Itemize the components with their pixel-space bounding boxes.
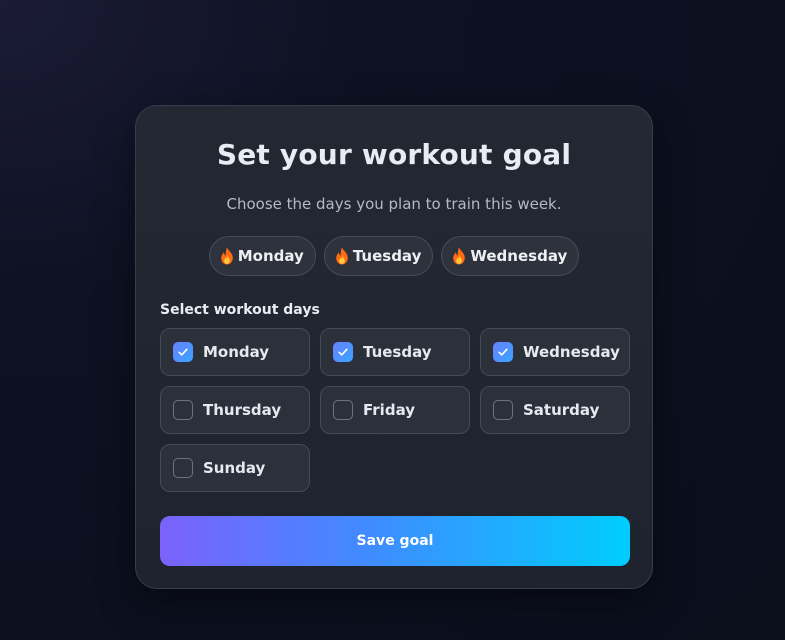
chip-label: Wednesday: [470, 247, 568, 265]
day-option-tuesday[interactable]: Tuesday: [320, 328, 470, 376]
day-option-thursday[interactable]: Thursday: [160, 386, 310, 434]
day-option-wednesday[interactable]: Wednesday: [480, 328, 630, 376]
flame-icon: [220, 247, 233, 265]
card-title: Set your workout goal: [216, 138, 572, 171]
flame-icon: [453, 247, 466, 265]
selected-day-chip[interactable]: Monday: [208, 236, 316, 276]
check-icon: [178, 348, 188, 356]
workout-days-grid: Monday Tuesday Wednesday Thursday Friday…: [160, 328, 630, 492]
day-label: Monday: [203, 343, 270, 361]
selected-day-chip[interactable]: Tuesday: [323, 236, 434, 276]
day-label: Friday: [363, 401, 416, 419]
checkbox[interactable]: [333, 400, 353, 420]
day-option-saturday[interactable]: Saturday: [480, 386, 630, 434]
chip-label: Tuesday: [352, 247, 422, 265]
workout-days-label: Select workout days: [160, 302, 320, 318]
checkbox[interactable]: [173, 458, 193, 478]
selected-days-chips: Monday Tuesday Wednesday: [136, 236, 652, 276]
checkbox[interactable]: [493, 342, 513, 362]
day-label: Tuesday: [363, 343, 432, 361]
workout-goal-card: Set your workout goal Choose the days yo…: [135, 105, 653, 589]
save-goal-button[interactable]: Save goal: [160, 516, 630, 566]
checkbox[interactable]: [333, 342, 353, 362]
day-option-monday[interactable]: Monday: [160, 328, 310, 376]
flame-icon: [336, 247, 348, 265]
selected-day-chip[interactable]: Wednesday: [441, 236, 580, 276]
check-icon: [338, 348, 348, 356]
day-label: Wednesday: [523, 343, 620, 361]
day-label: Saturday: [523, 401, 600, 419]
card-subtitle: Choose the days you plan to train this w…: [226, 195, 562, 213]
day-option-sunday[interactable]: Sunday: [160, 444, 310, 492]
checkbox[interactable]: [173, 342, 193, 362]
day-label: Sunday: [203, 459, 266, 477]
checkbox[interactable]: [173, 400, 193, 420]
chip-label: Monday: [237, 247, 304, 265]
check-icon: [498, 348, 508, 356]
day-label: Thursday: [203, 401, 282, 419]
checkbox[interactable]: [493, 400, 513, 420]
day-option-friday[interactable]: Friday: [320, 386, 470, 434]
